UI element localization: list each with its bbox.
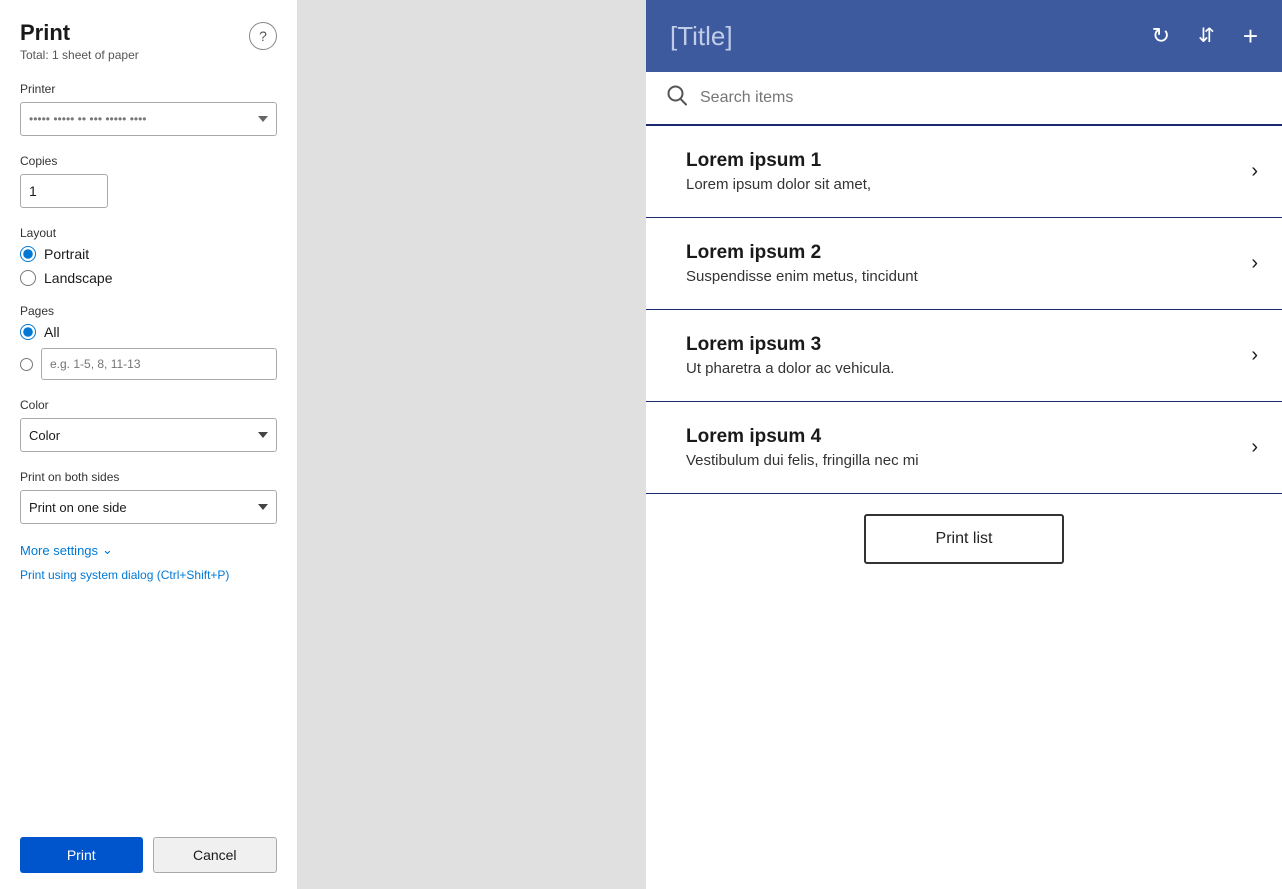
pages-section: Pages All <box>20 304 277 380</box>
printer-select[interactable]: ••••• ••••• •• ••• ••••• •••• <box>20 102 277 136</box>
list-item-subtitle: Suspendisse enim metus, tincidunt <box>686 268 1251 285</box>
more-settings-link[interactable]: More settings ⌄ <box>20 542 277 558</box>
search-bar <box>646 72 1282 126</box>
help-button[interactable]: ? <box>249 22 277 50</box>
list-item-subtitle: Ut pharetra a dolor ac vehicula. <box>686 360 1251 377</box>
header-icons: ↻ ⇵ + <box>1152 23 1258 49</box>
color-select[interactable]: Color Black and white <box>20 418 277 452</box>
chevron-right-icon: › <box>1251 344 1258 367</box>
print-sides-label: Print on both sides <box>20 470 277 484</box>
list-item[interactable]: Lorem ipsum 1 Lorem ipsum dolor sit amet… <box>646 126 1282 218</box>
list-item-text: Lorem ipsum 2 Suspendisse enim metus, ti… <box>686 242 1251 285</box>
color-section: Color Color Black and white <box>20 398 277 452</box>
print-subtitle: Total: 1 sheet of paper <box>20 48 139 62</box>
search-icon <box>666 84 688 112</box>
list-item-title: Lorem ipsum 3 <box>686 334 1251 356</box>
search-input[interactable] <box>700 89 1262 107</box>
print-header: Print Total: 1 sheet of paper ? <box>20 20 277 62</box>
chevron-down-icon: ⌄ <box>102 542 113 558</box>
printer-section: Printer ••••• ••••• •• ••• ••••• •••• <box>20 82 277 136</box>
system-dialog-link[interactable]: Print using system dialog (Ctrl+Shift+P) <box>20 568 277 582</box>
list-item-text: Lorem ipsum 3 Ut pharetra a dolor ac veh… <box>686 334 1251 377</box>
pages-label: Pages <box>20 304 277 318</box>
pages-custom-input[interactable] <box>41 348 277 380</box>
list-item-title: Lorem ipsum 1 <box>686 150 1251 172</box>
layout-portrait-label: Portrait <box>44 246 89 262</box>
layout-portrait-option[interactable]: Portrait <box>20 246 277 262</box>
print-button[interactable]: Print <box>20 837 143 873</box>
pages-custom-radio[interactable] <box>20 358 33 371</box>
layout-portrait-radio[interactable] <box>20 246 36 262</box>
layout-landscape-radio[interactable] <box>20 270 36 286</box>
system-dialog-label: Print using system dialog (Ctrl+Shift+P) <box>20 568 229 582</box>
printer-label: Printer <box>20 82 277 96</box>
list-item-title: Lorem ipsum 4 <box>686 426 1251 448</box>
content-panel: [Title] ↻ ⇵ + Lorem ipsum 1 Lorem ipsum … <box>646 0 1282 889</box>
layout-section: Layout Portrait Landscape <box>20 226 277 286</box>
list-item[interactable]: Lorem ipsum 2 Suspendisse enim metus, ti… <box>646 218 1282 310</box>
list-item-subtitle: Vestibulum dui felis, fringilla nec mi <box>686 452 1251 469</box>
list-item-title: Lorem ipsum 2 <box>686 242 1251 264</box>
list-container: Lorem ipsum 1 Lorem ipsum dolor sit amet… <box>646 126 1282 889</box>
layout-radio-group: Portrait Landscape <box>20 246 277 286</box>
list-item-text: Lorem ipsum 1 Lorem ipsum dolor sit amet… <box>686 150 1251 193</box>
add-icon[interactable]: + <box>1243 23 1258 49</box>
print-list-button-container: Print list <box>646 494 1282 584</box>
layout-label: Layout <box>20 226 277 240</box>
list-item-text: Lorem ipsum 4 Vestibulum dui felis, frin… <box>686 426 1251 469</box>
print-footer: Print Cancel <box>20 821 277 889</box>
content-header: [Title] ↻ ⇵ + <box>646 0 1282 72</box>
layout-landscape-option[interactable]: Landscape <box>20 270 277 286</box>
print-list-button[interactable]: Print list <box>864 514 1064 564</box>
copies-section: Copies <box>20 154 277 208</box>
cancel-button[interactable]: Cancel <box>153 837 278 873</box>
print-title: Print <box>20 20 139 46</box>
list-item[interactable]: Lorem ipsum 3 Ut pharetra a dolor ac veh… <box>646 310 1282 402</box>
pages-all-radio[interactable] <box>20 324 36 340</box>
chevron-right-icon: › <box>1251 252 1258 275</box>
chevron-right-icon: › <box>1251 160 1258 183</box>
list-item[interactable]: Lorem ipsum 4 Vestibulum dui felis, frin… <box>646 402 1282 494</box>
list-item-subtitle: Lorem ipsum dolor sit amet, <box>686 176 1251 193</box>
layout-landscape-label: Landscape <box>44 270 113 286</box>
pages-custom-row <box>20 348 277 380</box>
pages-radio-group: All <box>20 324 277 380</box>
chevron-right-icon: › <box>1251 436 1258 459</box>
pages-all-option[interactable]: All <box>20 324 277 340</box>
pages-all-label: All <box>44 324 60 340</box>
copies-label: Copies <box>20 154 277 168</box>
print-panel: Print Total: 1 sheet of paper ? Printer … <box>0 0 298 889</box>
preview-area <box>298 0 646 889</box>
content-title: [Title] <box>670 21 733 52</box>
print-sides-section: Print on both sides Print on one side Pr… <box>20 470 277 524</box>
copies-input[interactable] <box>20 174 108 208</box>
refresh-icon[interactable]: ↻ <box>1152 25 1170 47</box>
print-title-block: Print Total: 1 sheet of paper <box>20 20 139 62</box>
more-settings-label: More settings <box>20 543 98 558</box>
print-sides-select[interactable]: Print on one side Print on both sides - … <box>20 490 277 524</box>
color-label: Color <box>20 398 277 412</box>
sort-icon[interactable]: ⇵ <box>1198 26 1215 46</box>
